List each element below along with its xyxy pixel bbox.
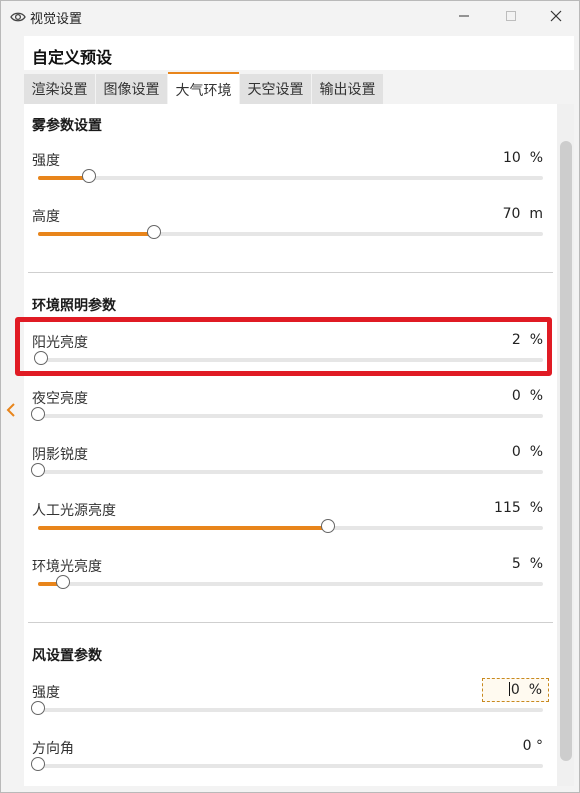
settings-panel: 雾参数设置 强度 10 % 高度 70 m 环境照明参数 阳光亮度 2 % 夜空… bbox=[24, 104, 557, 786]
window-title: 视觉设置 bbox=[30, 12, 83, 27]
param-label: 方向角 bbox=[32, 741, 74, 757]
highlight-box bbox=[15, 317, 552, 376]
shadow-sharpness-slider[interactable] bbox=[31, 463, 543, 477]
ambient-section-title: 环境照明参数 bbox=[32, 298, 116, 314]
slider-fill bbox=[38, 526, 329, 530]
maximize-button[interactable] bbox=[488, 1, 534, 31]
slider-thumb[interactable] bbox=[81, 169, 96, 183]
wind-strength-param: 强度 0 % bbox=[24, 678, 557, 732]
param-label: 夜空亮度 bbox=[32, 391, 88, 407]
param-value[interactable]: 5 % bbox=[512, 556, 543, 572]
slider-fill bbox=[38, 232, 155, 236]
slider-thumb[interactable] bbox=[31, 463, 45, 477]
section-divider bbox=[28, 622, 553, 623]
slider-thumb[interactable] bbox=[31, 701, 45, 715]
param-value[interactable]: 0 ° bbox=[523, 738, 543, 754]
param-label: 人工光源亮度 bbox=[32, 503, 116, 519]
fog-height-slider[interactable] bbox=[38, 225, 543, 239]
tab-output-settings[interactable]: 输出设置 bbox=[312, 74, 383, 104]
ambient-light-brightness-param: 环境光亮度 5 % bbox=[24, 556, 557, 606]
slider-thumb[interactable] bbox=[31, 407, 45, 421]
param-value[interactable]: 0 % bbox=[512, 444, 543, 460]
minimize-icon bbox=[459, 15, 469, 17]
param-label: 环境光亮度 bbox=[32, 559, 102, 575]
param-label: 高度 bbox=[32, 209, 60, 225]
param-value[interactable]: 115 % bbox=[494, 500, 543, 516]
wind-strength-input[interactable]: 0 % bbox=[481, 678, 549, 702]
tab-bar: 渲染设置 图像设置 大气环境 天空设置 输出设置 bbox=[24, 72, 574, 106]
param-label: 强度 bbox=[32, 153, 60, 169]
wind-section-title: 风设置参数 bbox=[32, 648, 102, 664]
fog-strength-slider[interactable] bbox=[38, 169, 543, 183]
tab-image-settings[interactable]: 图像设置 bbox=[96, 74, 167, 104]
tab-sky-settings[interactable]: 天空设置 bbox=[240, 74, 311, 104]
artificial-light-brightness-param: 人工光源亮度 115 % bbox=[24, 500, 557, 550]
collapse-panel-button[interactable] bbox=[5, 402, 17, 418]
tab-render-settings[interactable]: 渲染设置 bbox=[24, 74, 95, 104]
tab-atmosphere[interactable]: 大气环境 bbox=[168, 72, 239, 106]
preset-title: 自定义预设 bbox=[32, 48, 113, 67]
param-value[interactable]: 70 m bbox=[503, 206, 543, 222]
minimize-button[interactable] bbox=[441, 1, 487, 31]
fog-strength-param: 强度 10 % bbox=[24, 150, 557, 200]
shadow-sharpness-param: 阴影锐度 0 % bbox=[24, 444, 557, 494]
ambient-light-brightness-slider[interactable] bbox=[38, 575, 543, 589]
scrollbar-thumb[interactable] bbox=[560, 141, 572, 761]
close-button[interactable] bbox=[533, 1, 579, 31]
fog-section-title: 雾参数设置 bbox=[32, 118, 102, 134]
visual-settings-window: 视觉设置 自定义预设 渲染设置 图像设置 大气环境 天空设置 输出设置 雾参数设… bbox=[0, 0, 580, 793]
slider-thumb[interactable] bbox=[31, 757, 45, 771]
slider-thumb[interactable] bbox=[147, 225, 162, 239]
slider-fill bbox=[38, 176, 89, 180]
slider-thumb[interactable] bbox=[321, 519, 336, 533]
param-value[interactable]: 10 % bbox=[503, 150, 543, 166]
slider-thumb[interactable] bbox=[56, 575, 71, 589]
wind-direction-param: 方向角 0 ° bbox=[24, 738, 557, 786]
night-sky-brightness-param: 夜空亮度 0 % bbox=[24, 388, 557, 438]
wind-direction-slider[interactable] bbox=[31, 757, 543, 771]
chevron-left-icon bbox=[6, 403, 15, 417]
wind-strength-slider[interactable] bbox=[31, 701, 543, 715]
eye-icon bbox=[10, 9, 26, 23]
artificial-light-brightness-slider[interactable] bbox=[38, 519, 543, 533]
text-caret bbox=[508, 682, 510, 696]
preset-header: 自定义预设 bbox=[24, 36, 574, 70]
title-bar: 视觉设置 bbox=[1, 1, 579, 31]
close-icon bbox=[550, 10, 562, 22]
param-label: 强度 bbox=[32, 685, 60, 701]
maximize-icon bbox=[506, 11, 516, 21]
fog-height-param: 高度 70 m bbox=[24, 206, 557, 256]
param-label: 阴影锐度 bbox=[32, 447, 88, 463]
night-sky-brightness-slider[interactable] bbox=[31, 407, 543, 421]
param-value[interactable]: 0 % bbox=[512, 388, 543, 404]
section-divider bbox=[28, 272, 553, 273]
